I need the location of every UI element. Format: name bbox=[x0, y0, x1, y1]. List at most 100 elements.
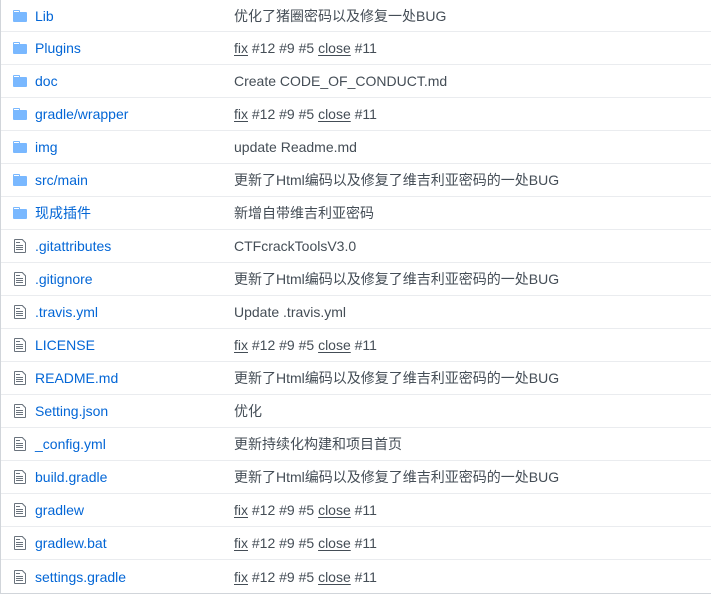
file-icon bbox=[12, 436, 28, 452]
commit-message-text: #11 bbox=[350, 502, 377, 518]
commit-message-link[interactable]: fix bbox=[234, 535, 248, 551]
file-icon bbox=[12, 469, 28, 485]
commit-message-text: #12 #9 #5 bbox=[248, 40, 319, 56]
commit-message-text: #11 bbox=[350, 568, 377, 585]
file-row[interactable]: Plugins fix #12 #9 #5 close #11 bbox=[1, 32, 711, 65]
file-row[interactable]: gradlew.bat fix #12 #9 #5 close #11 bbox=[1, 527, 711, 560]
file-row[interactable]: doc Create CODE_OF_CONDUCT.md bbox=[1, 65, 711, 98]
folder-icon bbox=[12, 205, 28, 221]
commit-message-link[interactable]: fix bbox=[234, 40, 248, 56]
commit-message: 优化 bbox=[234, 401, 262, 421]
commit-message-text: 优化 bbox=[234, 403, 262, 419]
commit-message: 更新了Html编码以及修复了维吉利亚密码的一处BUG bbox=[234, 467, 559, 487]
file-icon bbox=[12, 403, 28, 419]
commit-message-link[interactable]: fix bbox=[234, 106, 248, 122]
commit-message-link[interactable]: close bbox=[318, 569, 351, 585]
commit-message-text: #12 #9 #5 bbox=[248, 106, 319, 122]
file-row[interactable]: Setting.json 优化 bbox=[1, 395, 711, 428]
folder-icon bbox=[12, 73, 28, 89]
file-row[interactable]: img update Readme.md bbox=[1, 131, 711, 164]
commit-message-text: Create CODE_OF_CONDUCT.md bbox=[234, 73, 448, 89]
commit-message-link[interactable]: close bbox=[318, 40, 351, 56]
file-link[interactable]: .travis.yml bbox=[35, 304, 98, 320]
commit-message-text: update Readme.md bbox=[234, 139, 357, 155]
commit-message-text: 更新了Html编码以及修复了维吉利亚密码的一处BUG bbox=[234, 271, 560, 287]
folder-link[interactable]: src/main bbox=[35, 172, 88, 188]
commit-message: 更新了Html编码以及修复了维吉利亚密码的一处BUG bbox=[234, 170, 559, 190]
file-row[interactable]: README.md 更新了Html编码以及修复了维吉利亚密码的一处BUG bbox=[1, 362, 711, 395]
commit-message-link[interactable]: close bbox=[318, 106, 351, 122]
commit-message: fix #12 #9 #5 close #11 bbox=[234, 337, 377, 353]
folder-link[interactable]: doc bbox=[35, 73, 58, 89]
commit-message: Update .travis.yml bbox=[234, 304, 346, 320]
file-link[interactable]: .gitignore bbox=[35, 271, 93, 287]
file-row[interactable]: gradle/wrapper fix #12 #9 #5 close #11 bbox=[1, 98, 711, 131]
commit-message-text: 更新了Html编码以及修复了维吉利亚密码的一处BUG bbox=[234, 370, 560, 386]
file-link[interactable]: .gitattributes bbox=[35, 238, 111, 254]
commit-message: CTFcrackToolsV3.0 bbox=[234, 238, 356, 254]
file-link[interactable]: README.md bbox=[35, 370, 118, 386]
file-link[interactable]: gradlew.bat bbox=[35, 535, 107, 551]
commit-message: 优化了猪圈密码以及修复一处BUG bbox=[234, 6, 446, 26]
commit-message-text: 更新了Html编码以及修复了维吉利亚密码的一处BUG bbox=[234, 172, 560, 188]
commit-message-text: #12 #9 #5 bbox=[248, 568, 319, 585]
file-row[interactable]: LICENSE fix #12 #9 #5 close #11 bbox=[1, 329, 711, 362]
commit-message: Create CODE_OF_CONDUCT.md bbox=[234, 73, 447, 89]
commit-message-link[interactable]: close bbox=[318, 502, 351, 518]
folder-icon bbox=[12, 172, 28, 188]
commit-message-text: CTFcrackToolsV3.0 bbox=[234, 238, 357, 254]
folder-link[interactable]: gradle/wrapper bbox=[35, 106, 128, 122]
commit-message-text: #11 bbox=[350, 535, 377, 551]
file-link[interactable]: settings.gradle bbox=[35, 569, 126, 585]
file-link[interactable]: _config.yml bbox=[35, 436, 106, 452]
file-row[interactable]: settings.gradle fix #12 #9 #5 close #11 bbox=[1, 560, 711, 593]
commit-message-text: #11 bbox=[350, 40, 377, 56]
file-icon bbox=[12, 304, 28, 320]
file-icon bbox=[12, 337, 28, 353]
file-row[interactable]: 现成插件 新增自带维吉利亚密码 bbox=[1, 197, 711, 230]
file-row[interactable]: .travis.yml Update .travis.yml bbox=[1, 296, 711, 329]
commit-message-text: #12 #9 #5 bbox=[248, 337, 319, 353]
folder-icon bbox=[12, 139, 28, 155]
folder-link[interactable]: 现成插件 bbox=[35, 203, 91, 223]
folder-link[interactable]: Lib bbox=[35, 8, 54, 24]
commit-message: 更新持续化构建和项目首页 bbox=[234, 434, 402, 454]
commit-message-text: 更新持续化构建和项目首页 bbox=[234, 436, 402, 452]
file-icon bbox=[12, 502, 28, 518]
commit-message-link[interactable]: fix bbox=[234, 337, 248, 353]
commit-message-link[interactable]: close bbox=[318, 535, 351, 551]
folder-icon bbox=[12, 106, 28, 122]
commit-message-text: #11 bbox=[350, 106, 377, 122]
file-icon bbox=[12, 238, 28, 254]
commit-message: fix #12 #9 #5 close #11 bbox=[234, 535, 377, 551]
file-link[interactable]: Setting.json bbox=[35, 403, 108, 419]
file-icon bbox=[12, 271, 28, 287]
commit-message-text: Update .travis.yml bbox=[234, 304, 347, 320]
file-link[interactable]: LICENSE bbox=[35, 337, 95, 353]
commit-message-link[interactable]: close bbox=[318, 337, 351, 353]
file-row[interactable]: _config.yml 更新持续化构建和项目首页 bbox=[1, 428, 711, 461]
commit-message-link[interactable]: fix bbox=[234, 569, 248, 585]
commit-message: fix #12 #9 #5 close #11 bbox=[234, 502, 377, 518]
commit-message: 新增自带维吉利亚密码 bbox=[234, 203, 374, 223]
file-icon bbox=[12, 370, 28, 386]
file-row[interactable]: Lib 优化了猪圈密码以及修复一处BUG bbox=[1, 0, 711, 32]
commit-message: fix #12 #9 #5 close #11 bbox=[234, 40, 377, 56]
file-list: Lib 优化了猪圈密码以及修复一处BUG Plugins fix #12 #9 #5 … bbox=[0, 0, 711, 594]
commit-message-text: 更新了Html编码以及修复了维吉利亚密码的一处BUG bbox=[234, 469, 560, 485]
commit-message-text: #11 bbox=[350, 337, 377, 353]
file-row[interactable]: .gitattributes CTFcrackToolsV3.0 bbox=[1, 230, 711, 263]
file-row[interactable]: build.gradle 更新了Html编码以及修复了维吉利亚密码的一处BUG bbox=[1, 461, 711, 494]
file-link[interactable]: gradlew bbox=[35, 502, 84, 518]
file-icon bbox=[12, 535, 28, 551]
folder-link[interactable]: Plugins bbox=[35, 40, 81, 56]
commit-message-text: 新增自带维吉利亚密码 bbox=[234, 205, 374, 221]
file-row[interactable]: .gitignore 更新了Html编码以及修复了维吉利亚密码的一处BUG bbox=[1, 263, 711, 296]
folder-icon bbox=[12, 40, 28, 56]
file-row[interactable]: gradlew fix #12 #9 #5 close #11 bbox=[1, 494, 711, 527]
commit-message-link[interactable]: fix bbox=[234, 502, 248, 518]
commit-message-text: #12 #9 #5 bbox=[248, 502, 319, 518]
file-link[interactable]: build.gradle bbox=[35, 469, 107, 485]
file-row[interactable]: src/main 更新了Html编码以及修复了维吉利亚密码的一处BUG bbox=[1, 164, 711, 197]
folder-link[interactable]: img bbox=[35, 139, 58, 155]
